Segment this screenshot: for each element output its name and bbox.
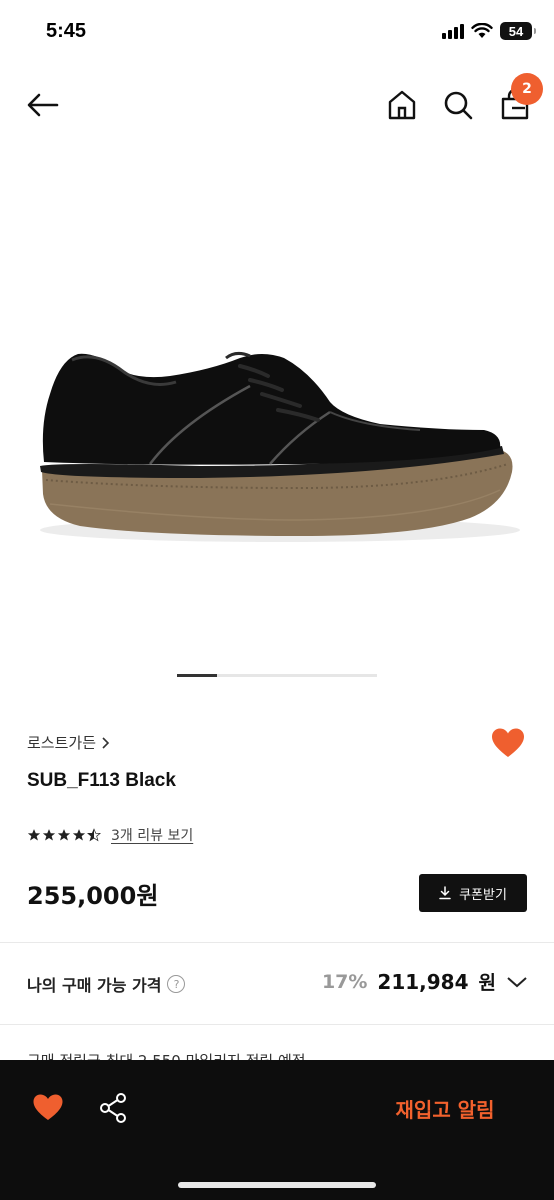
section-divider	[0, 942, 554, 943]
image-carousel-indicator	[177, 674, 377, 677]
product-image[interactable]	[0, 144, 554, 664]
rating-row: 3개 리뷰 보기	[27, 825, 193, 845]
status-icons: 54	[442, 22, 536, 40]
wishlist-heart-icon[interactable]	[490, 726, 526, 760]
coupon-button[interactable]: 쿠폰받기	[419, 874, 527, 912]
cart-count-badge: 2	[511, 73, 543, 105]
wifi-icon	[471, 23, 493, 38]
home-indicator[interactable]	[178, 1182, 376, 1188]
brand-name: 로스트가든	[27, 734, 97, 752]
coupon-label: 쿠폰받기	[459, 887, 507, 903]
star-icon	[42, 829, 56, 841]
chevron-down-icon	[507, 976, 527, 987]
status-time: 5:45	[46, 20, 87, 42]
my-price-title: 나의 구매 가능 가격	[27, 976, 162, 995]
star-icon	[72, 829, 86, 841]
discount-rate: 17%	[321, 970, 368, 993]
help-question-icon[interactable]: ?	[167, 975, 186, 993]
chevron-right-icon	[102, 736, 110, 749]
restock-alert-button[interactable]: 재입고 알림	[380, 1090, 510, 1126]
star-icon	[27, 829, 41, 841]
battery-icon: 54	[500, 22, 536, 40]
currency-unit: 원	[478, 972, 496, 994]
status-bar: 5:45 54	[0, 0, 554, 66]
carousel-active-segment	[177, 674, 217, 677]
section-divider	[0, 1024, 554, 1025]
review-link[interactable]: 3개 리뷰 보기	[111, 825, 193, 845]
brand-link[interactable]: 로스트가든	[27, 732, 111, 753]
cellular-signal-icon	[442, 23, 464, 39]
top-nav-bar	[0, 66, 554, 144]
bottom-action-bar: 재입고 알림	[0, 1060, 554, 1200]
discounted-price: 211,984	[377, 969, 469, 994]
star-icon	[57, 829, 71, 841]
share-icon[interactable]	[98, 1092, 128, 1124]
product-price: 255,000원	[27, 882, 159, 910]
product-name: SUB_F113 Black	[27, 770, 176, 791]
back-arrow-icon[interactable]	[24, 88, 62, 122]
my-price-label: 나의 구매 가능 가격 ?	[27, 972, 186, 996]
download-icon	[439, 886, 451, 900]
star-rating	[27, 828, 101, 842]
my-price-summary[interactable]: 17% 211,984 원	[322, 968, 528, 995]
wishlist-heart-icon[interactable]	[32, 1092, 64, 1122]
search-icon[interactable]	[442, 88, 474, 122]
half-star-icon	[87, 828, 101, 842]
home-icon[interactable]	[386, 88, 418, 122]
